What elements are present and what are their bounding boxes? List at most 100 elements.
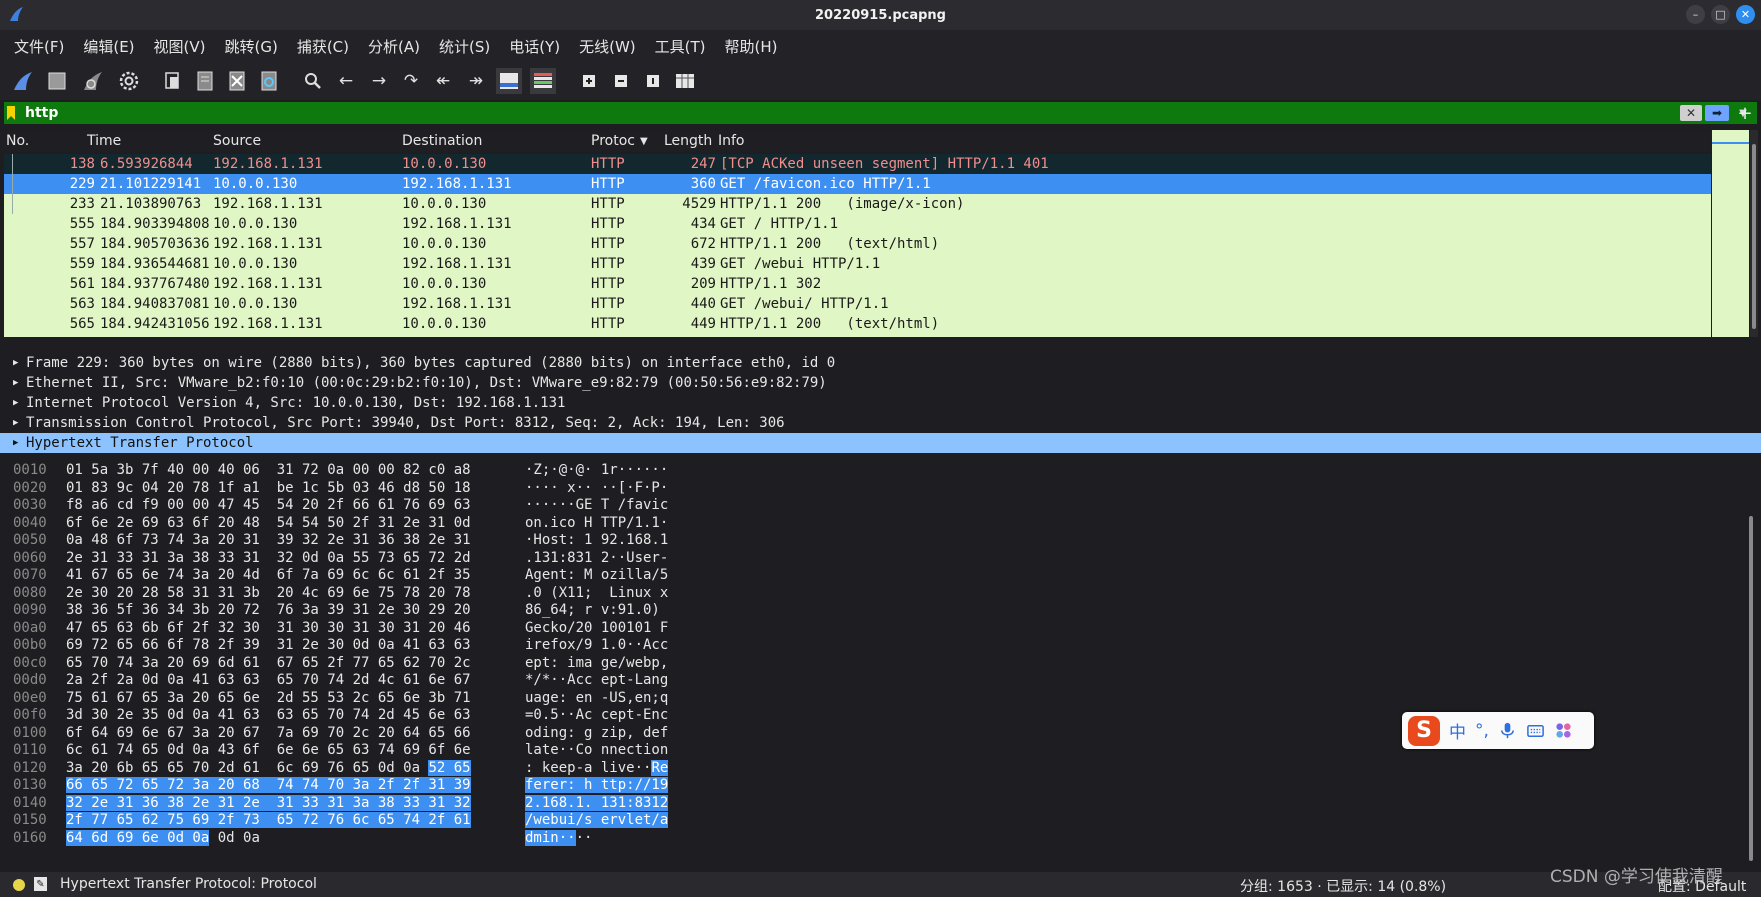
packet-row[interactable]: 565 184.942431056 192.168.1.131 10.0.0.130 H…: [4, 314, 1711, 334]
related-packet-indicator: [12, 194, 13, 214]
hex-row[interactable]: 00b0 69 72 65 66 6f 78 2f 39 31 2e 30 0d …: [0, 637, 1740, 654]
zoom-out-button[interactable]: [608, 68, 634, 94]
expand-arrow-icon[interactable]: ▶: [13, 433, 18, 453]
zoom-in-button[interactable]: [576, 68, 602, 94]
find-packet-button[interactable]: [300, 68, 326, 94]
packet-row[interactable]: 557 184.905703636 192.168.1.131 10.0.0.130 H…: [4, 234, 1711, 254]
apply-filter-button[interactable]: ➡: [1705, 105, 1729, 121]
hex-row[interactable]: 0160 64 6d 69 6e 0d 0a 0d 0a dmin····: [0, 829, 1740, 847]
packet-row[interactable]: 138 6.593926844 192.168.1.131 10.0.0.130 HTT…: [4, 154, 1711, 174]
hex-row[interactable]: 0020 01 83 9c 04 20 78 1f a1 be 1c 5b 03 …: [0, 480, 1740, 497]
resize-columns-button[interactable]: [672, 68, 698, 94]
column-header-destination[interactable]: Destination: [402, 133, 482, 149]
ime-toolbox-icon[interactable]: [1554, 721, 1573, 740]
microphone-icon[interactable]: [1498, 721, 1517, 740]
colorize-button[interactable]: [530, 68, 556, 94]
normal-size-button[interactable]: [640, 68, 666, 94]
scrollbar-thumb[interactable]: [1749, 516, 1753, 861]
menu-tools[interactable]: 工具(T): [655, 36, 706, 57]
scrollbar-thumb[interactable]: [1752, 144, 1756, 329]
hex-row[interactable]: 0090 38 36 5f 36 34 3b 20 72 76 3a 39 31 …: [0, 602, 1740, 619]
hex-row[interactable]: 00a0 47 65 63 6b 6f 2f 32 30 31 30 30 31 …: [0, 620, 1740, 637]
add-filter-button[interactable]: +: [1734, 102, 1756, 124]
menu-help[interactable]: 帮助(H): [725, 36, 778, 57]
go-forward-button[interactable]: →: [366, 68, 392, 94]
packet-minimap[interactable]: [1712, 130, 1749, 337]
hex-row[interactable]: 0150 2f 77 65 62 75 69 2f 73 65 72 76 6c …: [0, 812, 1740, 829]
save-file-button[interactable]: [192, 68, 218, 94]
menu-telephony[interactable]: 电话(Y): [509, 36, 560, 57]
minimize-button[interactable]: –: [1686, 5, 1705, 24]
go-back-button[interactable]: ←: [333, 68, 359, 94]
hex-row[interactable]: 0070 41 67 65 6e 74 3a 20 4d 6f 7a 69 6c …: [0, 567, 1740, 584]
menu-file[interactable]: 文件(F): [14, 36, 64, 57]
clear-filter-button[interactable]: ✕: [1680, 105, 1702, 121]
hex-row[interactable]: 00c0 65 70 74 3a 20 69 6d 61 67 65 2f 77 …: [0, 655, 1740, 672]
restart-capture-button[interactable]: [80, 68, 106, 94]
menu-edit[interactable]: 编辑(E): [83, 36, 134, 57]
bytes-pane-scrollbar[interactable]: [1746, 466, 1756, 866]
hex-row[interactable]: 0140 32 2e 31 36 38 2e 31 2e 31 33 31 3a …: [0, 794, 1740, 812]
hex-row[interactable]: 0120 3a 20 6b 65 65 70 2d 61 6c 69 76 65 …: [0, 759, 1740, 777]
hex-row[interactable]: 0080 2e 30 20 28 58 31 31 3b 20 4c 69 6e …: [0, 585, 1740, 602]
packet-row[interactable]: 559 184.936544681 10.0.0.130 192.168.1.131 H…: [4, 254, 1711, 274]
start-capture-button[interactable]: [10, 68, 36, 94]
details-tree-item[interactable]: ▶ Internet Protocol Version 4, Src: 10.0.…: [0, 393, 1761, 413]
column-header-time[interactable]: Time: [87, 133, 121, 149]
expert-info-icon[interactable]: [13, 879, 25, 891]
column-header-info[interactable]: Info: [718, 133, 745, 149]
ime-punctuation-mode[interactable]: °,: [1475, 721, 1489, 741]
close-file-button[interactable]: [224, 68, 250, 94]
main-toolbar: ← → ↷ ↞ ↠: [0, 62, 1761, 100]
details-tree-item[interactable]: ▶ Ethernet II, Src: VMware_b2:f0:10 (00:0…: [0, 373, 1761, 393]
maximize-button[interactable]: □: [1711, 5, 1730, 24]
column-header-length[interactable]: Length: [664, 133, 712, 149]
filter-bookmark-button[interactable]: [4, 102, 18, 124]
menu-capture[interactable]: 捕获(C): [297, 36, 349, 57]
open-file-button[interactable]: [160, 68, 186, 94]
hex-row[interactable]: 0060 2e 31 33 31 3a 38 33 31 32 0d 0a 55 …: [0, 550, 1740, 567]
packet-row[interactable]: 555 184.903394808 10.0.0.130 192.168.1.131 H…: [4, 214, 1711, 234]
reload-file-button[interactable]: [256, 68, 282, 94]
packet-cell-len: 672: [690, 236, 716, 252]
first-packet-button[interactable]: ↞: [430, 68, 456, 94]
packet-row[interactable]: 233 21.103890763 192.168.1.131 10.0.0.130 HT…: [4, 194, 1711, 214]
menu-view[interactable]: 视图(V): [154, 36, 206, 57]
hex-row[interactable]: 0040 6f 6e 2e 69 63 6f 20 48 54 54 50 2f …: [0, 515, 1740, 532]
expand-arrow-icon[interactable]: ▶: [13, 393, 18, 413]
hex-row[interactable]: 0010 01 5a 3b 7f 40 00 40 06 31 72 0a 00 …: [0, 462, 1740, 479]
menu-statistics[interactable]: 统计(S): [439, 36, 490, 57]
hex-row[interactable]: 0050 0a 48 6f 73 74 3a 20 31 39 32 2e 31 …: [0, 532, 1740, 549]
expand-arrow-icon[interactable]: ▶: [13, 353, 18, 373]
menu-wireless[interactable]: 无线(W): [579, 36, 636, 57]
capture-comment-icon[interactable]: ✎: [34, 877, 47, 891]
last-packet-button[interactable]: ↠: [463, 68, 489, 94]
hex-row[interactable]: 0130 66 65 72 65 72 3a 20 68 74 74 70 3a …: [0, 777, 1740, 794]
hex-row[interactable]: 00e0 75 61 67 65 3a 20 65 6e 2d 55 53 2c …: [0, 690, 1740, 707]
stop-capture-button[interactable]: [44, 68, 70, 94]
details-tree-item[interactable]: ▶ Hypertext Transfer Protocol: [0, 433, 1761, 453]
details-tree-item[interactable]: ▶ Transmission Control Protocol, Src Port…: [0, 413, 1761, 433]
go-to-packet-button[interactable]: ↷: [398, 68, 424, 94]
keyboard-icon[interactable]: [1526, 721, 1545, 740]
ime-chinese-mode[interactable]: 中: [1449, 718, 1466, 743]
packet-row[interactable]: 563 184.940837081 10.0.0.130 192.168.1.131 H…: [4, 294, 1711, 314]
column-header-no[interactable]: No.: [6, 133, 29, 149]
expand-arrow-icon[interactable]: ▶: [13, 413, 18, 433]
column-header-protocol[interactable]: Protoc: [591, 133, 635, 149]
details-tree-item[interactable]: ▶ Frame 229: 360 bytes on wire (2880 bits…: [0, 353, 1761, 373]
hex-row[interactable]: 00d0 2a 2f 2a 0d 0a 41 63 63 65 70 74 2d …: [0, 672, 1740, 689]
display-filter-input[interactable]: [18, 103, 1680, 123]
autoscroll-button[interactable]: [496, 68, 522, 94]
menu-go[interactable]: 跳转(G): [225, 36, 278, 57]
menu-analyze[interactable]: 分析(A): [368, 36, 420, 57]
close-button[interactable]: ✕: [1736, 5, 1755, 24]
hex-row[interactable]: 0030 f8 a6 cd f9 00 00 47 45 54 20 2f 66 …: [0, 497, 1740, 514]
packet-list-scrollbar[interactable]: [1750, 130, 1758, 337]
packet-row[interactable]: 229 21.101229141 10.0.0.130 192.168.1.131 HT…: [4, 174, 1711, 194]
expand-arrow-icon[interactable]: ▶: [13, 373, 18, 393]
sogou-logo-icon[interactable]: S: [1408, 715, 1440, 746]
packet-row[interactable]: 561 184.937767480 192.168.1.131 10.0.0.130 H…: [4, 274, 1711, 294]
capture-options-button[interactable]: [116, 68, 142, 94]
column-header-source[interactable]: Source: [213, 133, 261, 149]
